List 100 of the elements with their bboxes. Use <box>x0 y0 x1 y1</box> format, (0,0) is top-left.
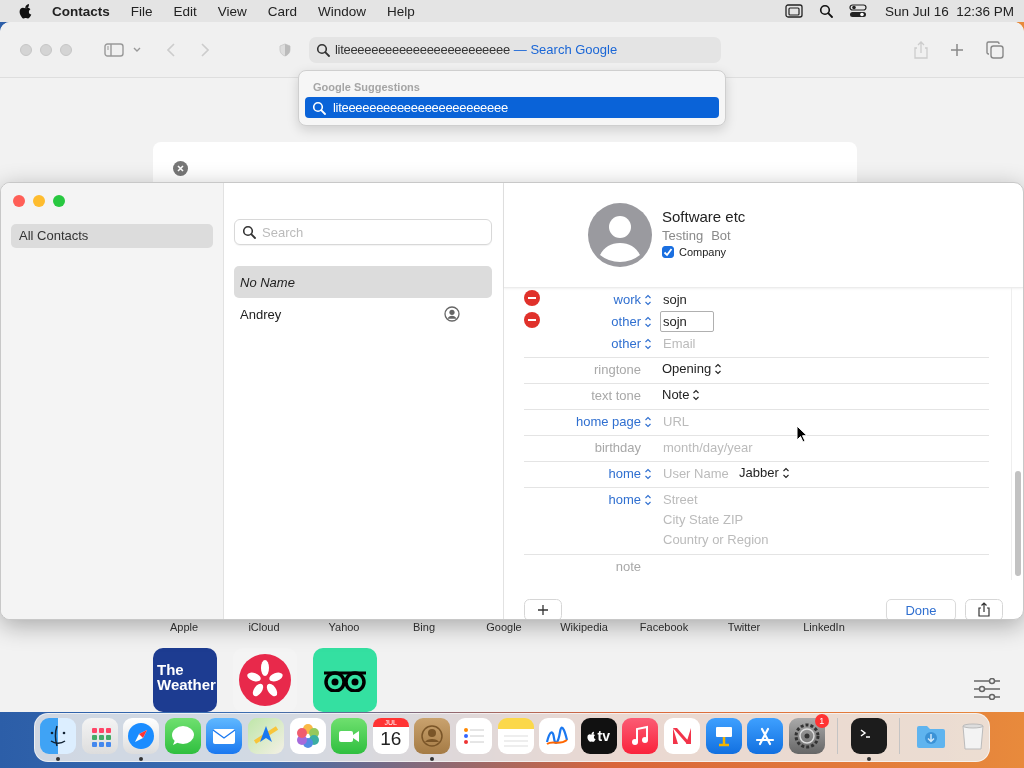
sliders-icon[interactable] <box>974 678 1000 700</box>
grid-icon[interactable] <box>81 718 118 754</box>
menu-item[interactable]: Edit <box>173 3 197 19</box>
video-camera-icon[interactable] <box>331 718 368 754</box>
text-field[interactable]: sojn <box>660 311 714 332</box>
tv-logo-text: tv <box>597 728 610 744</box>
checkbox[interactable] <box>662 246 674 258</box>
favorite-link[interactable]: Bing <box>413 621 435 635</box>
menu-heading: Google Suggestions <box>313 81 421 93</box>
add-button-icon[interactable] <box>524 599 562 619</box>
search-field[interactable]: Search <box>234 219 492 245</box>
chevron-down-icon[interactable] <box>133 47 141 52</box>
done-button[interactable]: Done <box>886 599 956 619</box>
search-icon[interactable] <box>818 4 833 18</box>
text-field[interactable]: Country or Region <box>660 529 840 549</box>
apple-icon <box>587 730 597 742</box>
clock[interactable]: Sun Jul 16 12:36 PM <box>884 3 1014 19</box>
favorite-link[interactable]: LinkedIn <box>803 621 845 635</box>
compass-icon[interactable] <box>123 718 160 754</box>
label-popup[interactable]: home <box>608 466 652 481</box>
remove-icon[interactable] <box>524 312 540 328</box>
popup-button[interactable]: Opening <box>660 359 725 378</box>
popup-button[interactable]: Note <box>660 385 703 404</box>
favorite-link[interactable]: Twitter <box>727 621 761 635</box>
label-popup[interactable]: other <box>611 336 652 351</box>
suggestion-item[interactable]: liteeeeeeeeeeeeeeeeeeeeeeee <box>305 97 719 118</box>
menu-item[interactable]: Help <box>387 3 415 19</box>
flower-logo-icon <box>239 654 291 706</box>
contact-book-icon[interactable] <box>414 718 451 754</box>
toggles-icon[interactable] <box>848 4 867 18</box>
news-icon[interactable] <box>663 718 700 754</box>
apple-icon[interactable] <box>19 3 32 19</box>
updown-chevron-icon <box>644 493 652 506</box>
updown-chevron-icon <box>692 388 701 401</box>
zoom-button[interactable] <box>53 195 65 207</box>
close-button[interactable] <box>13 195 25 207</box>
menu-item[interactable]: View <box>217 3 247 19</box>
checkbox-label: Company <box>679 246 727 258</box>
close-icon[interactable] <box>173 161 188 176</box>
share-icon[interactable] <box>965 599 1003 619</box>
label-popup[interactable]: home page <box>575 414 652 429</box>
updown-chevron-icon <box>644 293 652 306</box>
envelope-icon[interactable] <box>206 718 243 754</box>
flower-icon[interactable] <box>289 718 326 754</box>
company-name: Software etc <box>662 208 746 225</box>
favorite-link[interactable]: Google <box>486 621 522 635</box>
tabs-icon[interactable] <box>986 40 1004 59</box>
tile-logo-text: The Weather <box>157 662 215 692</box>
owl-tile[interactable] <box>313 648 377 712</box>
field-label: ringtone <box>594 362 641 377</box>
scribble-icon[interactable] <box>539 718 576 754</box>
favorite-link[interactable]: Facebook <box>639 621 689 635</box>
menu-item[interactable]: Window <box>318 3 367 19</box>
favorite-link[interactable]: Wikipedia <box>560 621 608 635</box>
scrollbar-thumb[interactable] <box>1015 471 1021 576</box>
favorite-link[interactable]: Yahoo <box>328 621 360 635</box>
menu-item[interactable]: Card <box>267 3 298 19</box>
updown-chevron-icon <box>644 415 652 428</box>
text-field[interactable]: City State ZIP <box>660 509 840 529</box>
app-menu[interactable]: Contacts <box>52 3 110 19</box>
terminal-icon[interactable] <box>850 718 887 754</box>
sidebar-item[interactable]: All Contacts <box>11 224 213 248</box>
tv-icon[interactable]: tv <box>580 718 617 754</box>
checklist-icon[interactable] <box>455 718 492 754</box>
text-field[interactable]: sojn <box>660 289 840 310</box>
search-icon <box>242 225 256 239</box>
map-icon[interactable] <box>247 718 284 754</box>
address-field[interactable]: liteeeeeeeeeeeeeeeeeeeeeeee — Search Google <box>309 36 721 63</box>
remove-icon[interactable] <box>524 290 540 306</box>
contact-row[interactable]: Andrey <box>234 298 492 330</box>
text-field[interactable]: User Name <box>660 463 734 484</box>
mouse-pointer-icon <box>796 425 808 443</box>
label-popup[interactable]: other <box>611 314 652 329</box>
sidebar-icon[interactable] <box>104 42 124 57</box>
plus-icon[interactable] <box>950 42 964 57</box>
person-circle-icon <box>444 306 460 322</box>
text-field[interactable]: Email <box>660 333 840 354</box>
podium-icon[interactable] <box>705 718 742 754</box>
address-text: liteeeeeeeeeeeeeeeeeeeeeeee <box>335 42 510 57</box>
popup-button[interactable]: Jabber <box>737 463 792 482</box>
updown-chevron-icon <box>644 337 652 350</box>
face-icon[interactable] <box>40 718 76 754</box>
avatar-icon <box>588 203 652 267</box>
menu-item[interactable]: File <box>130 3 153 19</box>
music-note-icon[interactable] <box>622 718 659 754</box>
text-field[interactable]: Street <box>660 489 840 509</box>
favorite-link[interactable]: iCloud <box>248 621 280 635</box>
weather-tile[interactable]: The Weather <box>153 648 217 712</box>
text-field[interactable]: month/day/year <box>660 437 840 458</box>
favorite-link[interactable]: Apple <box>169 621 199 635</box>
search-icon <box>312 100 326 115</box>
text-field[interactable]: URL <box>660 411 840 432</box>
updown-chevron-icon <box>644 315 652 328</box>
suggestion-text: liteeeeeeeeeeeeeeeeeeeeeeee <box>333 100 508 115</box>
label-popup[interactable]: work <box>613 292 652 307</box>
app-store-icon[interactable] <box>747 718 784 754</box>
label-popup[interactable]: home <box>608 492 652 507</box>
speech-bubble-icon[interactable] <box>164 718 201 754</box>
contact-row[interactable]: No Name <box>234 266 492 298</box>
windows-icon[interactable] <box>784 4 803 18</box>
